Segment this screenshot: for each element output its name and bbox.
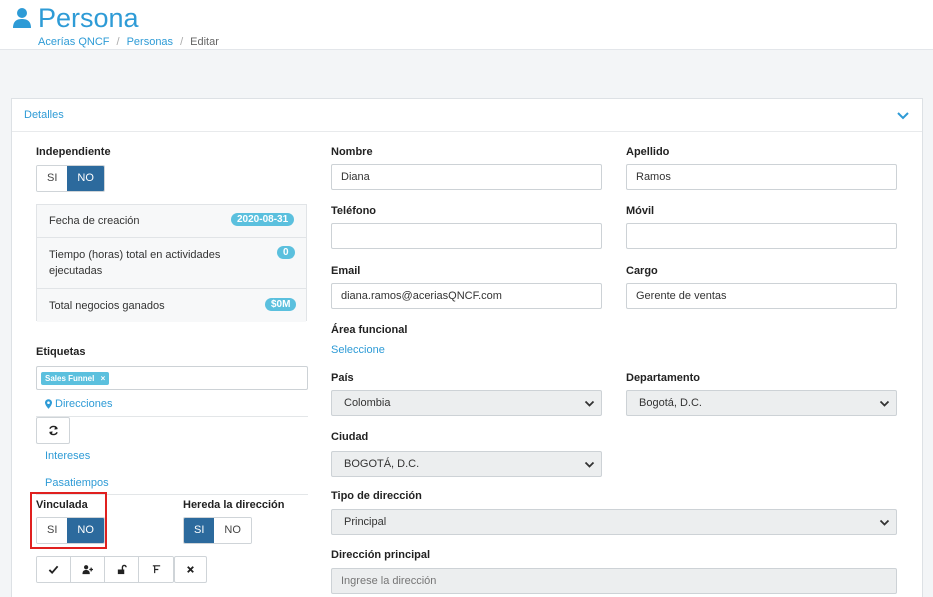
delete-button[interactable] [174, 556, 207, 583]
action-button-group [36, 556, 174, 583]
hereda-si-option[interactable]: SI [184, 518, 215, 543]
page-header: Persona Acerías QNCF / Personas / Editar [0, 0, 933, 50]
pais-label: País [331, 372, 354, 384]
ciudad-select[interactable]: BOGOTÁ, D.C. [331, 451, 602, 477]
tipo-direccion-label: Tipo de dirección [331, 490, 422, 502]
chevron-down-icon [879, 519, 890, 526]
tipo-direccion-select[interactable]: Principal [331, 509, 897, 535]
breadcrumb-separator: / [116, 36, 120, 48]
page-title: Persona [12, 3, 139, 33]
nombre-label: Nombre [331, 146, 373, 158]
chevron-down-icon [879, 400, 890, 407]
refresh-button[interactable] [36, 417, 70, 444]
summary-item-tiempo: Tiempo (horas) total en actividades ejec… [37, 238, 306, 289]
direccion-principal-label: Dirección principal [331, 549, 431, 561]
divider [36, 416, 308, 417]
direcciones-link[interactable]: Direcciones [45, 398, 112, 410]
filter-icon [152, 565, 160, 574]
refresh-icon [48, 425, 58, 436]
chevron-down-icon[interactable] [896, 109, 910, 123]
tag-text: Sales Funnel [45, 374, 95, 383]
hereda-toggle: SI NO [183, 517, 252, 544]
deals-badge: $0M [265, 298, 297, 311]
close-icon [187, 566, 194, 573]
details-panel-header[interactable]: Detalles [12, 99, 922, 132]
save-button[interactable] [37, 557, 71, 582]
summary-item-fecha: Fecha de creación 2020-08-31 [37, 205, 306, 238]
cargo-input[interactable] [626, 283, 897, 309]
summary-label: Fecha de creación [49, 215, 140, 227]
pasatiempos-link[interactable]: Pasatiempos [45, 477, 109, 489]
chevron-down-icon [584, 400, 595, 407]
direccion-principal-input[interactable] [331, 568, 897, 594]
page-title-text: Persona [38, 3, 139, 33]
independiente-label: Independiente [36, 146, 111, 158]
intereses-link[interactable]: Intereses [45, 450, 90, 462]
add-user-icon [82, 565, 93, 575]
tipo-direccion-select-value: Principal [344, 516, 387, 528]
chevron-down-icon [584, 461, 595, 468]
breadcrumb-personas[interactable]: Personas [127, 36, 173, 48]
cargo-label: Cargo [626, 265, 658, 277]
breadcrumb-current: Editar [190, 36, 219, 48]
pais-select[interactable]: Colombia [331, 390, 602, 416]
details-panel-title: Detalles [24, 109, 64, 121]
user-icon [13, 8, 31, 28]
ciudad-select-value: BOGOTÁ, D.C. [344, 458, 420, 470]
email-input[interactable] [331, 283, 602, 309]
hours-badge: 0 [277, 246, 295, 259]
unlock-button[interactable] [105, 557, 139, 582]
area-select-link[interactable]: Seleccione [331, 344, 385, 356]
nombre-input[interactable] [331, 164, 602, 190]
filter-button[interactable] [139, 557, 173, 582]
independiente-toggle: SI NO [36, 165, 105, 192]
summary-label: Total negocios ganados [49, 300, 165, 312]
direcciones-link-text: Direcciones [55, 398, 113, 410]
highlight-box [30, 492, 107, 549]
summary-label: Tiempo (horas) total en actividades ejec… [49, 249, 221, 277]
unlock-icon [117, 564, 127, 575]
tag-remove-icon[interactable]: × [101, 374, 106, 383]
pais-select-value: Colombia [344, 397, 391, 409]
breadcrumb-separator: / [180, 36, 184, 48]
area-label: Área funcional [331, 324, 408, 336]
etiquetas-label: Etiquetas [36, 346, 86, 358]
movil-input[interactable] [626, 223, 897, 249]
apellido-label: Apellido [626, 146, 670, 158]
tags-input[interactable]: Sales Funnel × [36, 366, 308, 390]
map-marker-icon [45, 399, 52, 409]
details-panel: Detalles Independiente SI NO Fecha de cr… [11, 98, 923, 597]
add-user-button[interactable] [71, 557, 105, 582]
breadcrumb: Acerías QNCF / Personas / Editar [38, 36, 219, 48]
summary-list: Fecha de creación 2020-08-31 Tiempo (hor… [36, 204, 307, 322]
hereda-label: Hereda la dirección [183, 499, 285, 511]
departamento-label: Departamento [626, 372, 700, 384]
departamento-select-value: Bogotá, D.C. [639, 397, 702, 409]
email-label: Email [331, 265, 361, 277]
departamento-select[interactable]: Bogotá, D.C. [626, 390, 897, 416]
telefono-label: Teléfono [331, 205, 377, 217]
date-badge: 2020-08-31 [231, 213, 295, 226]
summary-item-negocios: Total negocios ganados $0M [37, 289, 306, 322]
independiente-si-option[interactable]: SI [37, 166, 68, 191]
check-icon [48, 565, 59, 575]
tag-sales-funnel: Sales Funnel × [41, 372, 110, 385]
breadcrumb-company[interactable]: Acerías QNCF [38, 36, 110, 48]
apellido-input[interactable] [626, 164, 897, 190]
independiente-no-option[interactable]: NO [67, 166, 104, 191]
telefono-input[interactable] [331, 223, 602, 249]
hereda-no-option[interactable]: NO [214, 518, 251, 543]
movil-label: Móvil [626, 205, 655, 217]
ciudad-label: Ciudad [331, 431, 369, 443]
